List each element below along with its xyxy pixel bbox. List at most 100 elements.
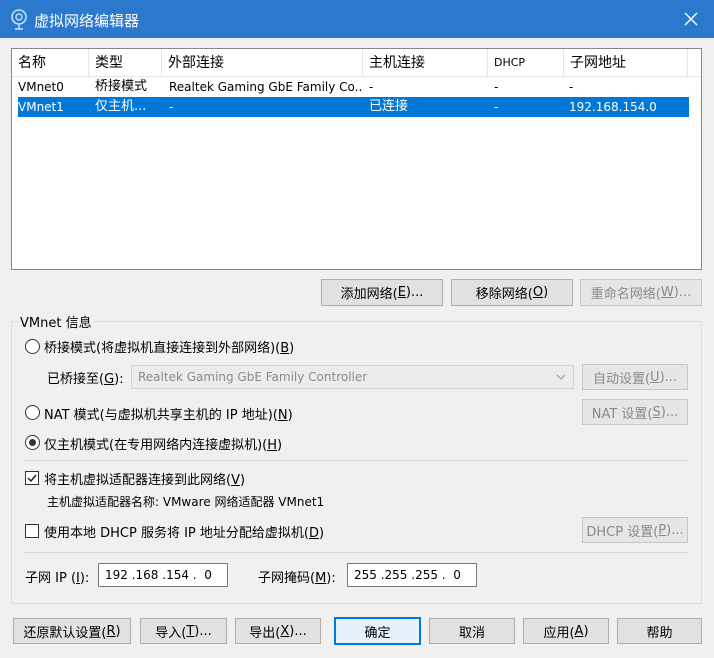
column-header-type[interactable]: 类型 [89, 49, 162, 76]
list-header: 名称 类型 外部连接 主机连接 DHCP 子网地址 [12, 49, 701, 77]
ok-button[interactable]: 确定 [334, 617, 421, 645]
cell-subnet: - [569, 80, 574, 94]
column-header-subnet[interactable]: 子网地址 [564, 49, 688, 76]
export-button[interactable]: 导出(X)... [235, 618, 321, 644]
table-row-selected[interactable]: VMnet1 仅主机... - 已连接 - 192.168.154.0 [18, 97, 689, 117]
nat-settings-label: NAT 设置( [591, 406, 653, 422]
use-dhcp-checkbox[interactable] [25, 524, 39, 538]
bridged-mode-suffix: ) [289, 341, 295, 356]
close-button[interactable] [668, 0, 714, 38]
bridged-mode-option[interactable]: 桥接模式(将虚拟机直接连接到外部网络)(B) [44, 337, 294, 356]
apply-suffix: ) [583, 623, 589, 639]
add-network-suffix: )... [405, 285, 424, 300]
cell-name: VMnet1 [18, 100, 64, 114]
column-header-name[interactable]: 名称 [12, 49, 89, 76]
bridged-mode-key: B [280, 341, 290, 356]
dhcp-settings-suffix: )... [666, 522, 684, 538]
close-icon [684, 12, 698, 26]
bridged-to-suffix: ): [114, 372, 124, 387]
bridged-to-select[interactable]: Realtek Gaming GbE Family Controller [131, 365, 574, 389]
nat-mode-suffix: ) [287, 408, 293, 423]
dhcp-settings-label: DHCP 设置( [586, 524, 659, 540]
bridged-mode-label: 桥接模式(将虚拟机直接连接到外部网络)( [44, 341, 281, 356]
cell-external: Realtek Gaming GbE Family Co... [169, 80, 363, 94]
remove-network-button[interactable]: 移除网络(O) [451, 279, 573, 306]
auto-settings-suffix: )... [659, 369, 678, 385]
rename-network-label: 重命名网络( [590, 287, 661, 302]
window-title: 虚拟网络编辑器 [34, 12, 140, 30]
rename-network-key: W [660, 285, 674, 300]
export-key: X [280, 623, 290, 639]
divider [24, 460, 688, 461]
restore-defaults-suffix: ) [115, 623, 121, 639]
host-only-mode-option[interactable]: 仅主机模式(在专用网络内连接虚拟机)(H) [44, 434, 282, 453]
title-bar[interactable]: 虚拟网络编辑器 [0, 0, 714, 38]
import-label: 导入( [155, 625, 187, 641]
import-button[interactable]: 导入(T)... [140, 618, 227, 644]
cell-dhcp: - [494, 80, 499, 94]
host-only-mode-label: 仅主机模式(在专用网络内连接虚拟机)( [44, 438, 268, 453]
bridged-to-value: Realtek Gaming GbE Family Controller [138, 370, 368, 384]
add-network-label: 添加网络( [340, 287, 398, 302]
subnet-mask-text: 子网掩码( [258, 571, 316, 586]
dhcp-settings-button[interactable]: DHCP 设置(P)... [582, 517, 688, 543]
cell-host: - [369, 80, 374, 94]
cell-subnet: 192.168.154.0 [569, 100, 657, 114]
bridged-to-key: G [104, 372, 115, 387]
use-dhcp-label: 使用本地 DHCP 服务将 IP 地址分配给虚拟机( [44, 526, 309, 541]
host-only-mode-suffix: ) [277, 438, 283, 453]
table-row[interactable]: VMnet0 桥接模式 Realtek Gaming GbE Family Co… [18, 77, 689, 97]
cell-external: - [169, 100, 174, 114]
nat-mode-label: NAT 模式(与虚拟机共享主机的 IP 地址)( [44, 408, 278, 423]
auto-settings-button[interactable]: 自动设置(U)... [582, 364, 688, 390]
host-only-mode-key: H [267, 438, 277, 453]
nat-mode-radio[interactable] [25, 405, 40, 420]
subnet-ip-text: 子网 IP ( [25, 571, 77, 586]
restore-defaults-label: 还原默认设置( [23, 625, 107, 641]
remove-network-suffix: ) [543, 285, 549, 300]
add-network-button[interactable]: 添加网络(E)... [321, 279, 443, 306]
use-dhcp-key: D [308, 526, 319, 541]
help-button[interactable]: 帮助 [617, 618, 702, 644]
auto-settings-key: U [650, 369, 660, 385]
cell-name: VMnet0 [18, 80, 64, 94]
divider [24, 552, 688, 553]
apply-button[interactable]: 应用(A) [523, 618, 609, 644]
add-network-key: E [397, 285, 406, 300]
bridged-to-label: 已桥接至(G): [47, 368, 124, 387]
column-header-external[interactable]: 外部连接 [162, 49, 363, 76]
connect-adapter-suffix: ) [239, 473, 246, 488]
nat-mode-key: N [277, 408, 288, 423]
restore-defaults-key: R [106, 623, 116, 639]
nat-mode-option[interactable]: NAT 模式(与虚拟机共享主机的 IP 地址)(N) [44, 404, 293, 423]
vmnet-info-label: VMnet 信息 [20, 312, 94, 331]
column-header-dhcp[interactable]: DHCP [488, 49, 564, 76]
import-key: T [186, 623, 195, 639]
adapter-name-text: 主机虚拟适配器名称: VMware 网络适配器 VMnet1 [47, 495, 325, 509]
rename-network-button[interactable]: 重命名网络(W)... [580, 279, 702, 306]
nat-settings-button[interactable]: NAT 设置(S)... [582, 399, 688, 425]
cell-host: 已连接 [369, 99, 409, 114]
host-only-mode-radio[interactable] [25, 435, 40, 450]
apply-key: A [574, 623, 584, 639]
nat-settings-key: S [652, 404, 661, 420]
connect-adapter-option[interactable]: 将主机虚拟适配器连接到此网络(V) [44, 469, 245, 488]
subnet-ip-label: 子网 IP (I): [25, 567, 89, 586]
column-header-host[interactable]: 主机连接 [363, 49, 488, 76]
restore-defaults-button[interactable]: 还原默认设置(R) [13, 618, 131, 644]
cell-type: 仅主机... [95, 99, 147, 114]
use-dhcp-option[interactable]: 使用本地 DHCP 服务将 IP 地址分配给虚拟机(D) [44, 522, 324, 541]
connect-adapter-label: 将主机虚拟适配器连接到此网络( [44, 473, 232, 488]
subnet-ip-input[interactable]: 192 .168 .154 . 0 [98, 563, 228, 587]
export-suffix: )... [289, 623, 307, 639]
bridged-mode-radio[interactable] [25, 339, 40, 354]
network-list[interactable]: 名称 类型 外部连接 主机连接 DHCP 子网地址 VMnet0 桥接模式 Re… [11, 48, 702, 270]
connect-adapter-checkbox[interactable] [25, 471, 39, 485]
subnet-mask-input[interactable]: 255 .255 .255 . 0 [347, 563, 477, 587]
subnet-mask-label: 子网掩码(M): [258, 567, 336, 586]
vmware-network-icon [9, 8, 29, 30]
cell-dhcp: - [494, 100, 499, 114]
auto-settings-label: 自动设置( [592, 371, 651, 387]
nat-settings-suffix: )... [660, 404, 679, 420]
cancel-button[interactable]: 取消 [429, 618, 515, 644]
